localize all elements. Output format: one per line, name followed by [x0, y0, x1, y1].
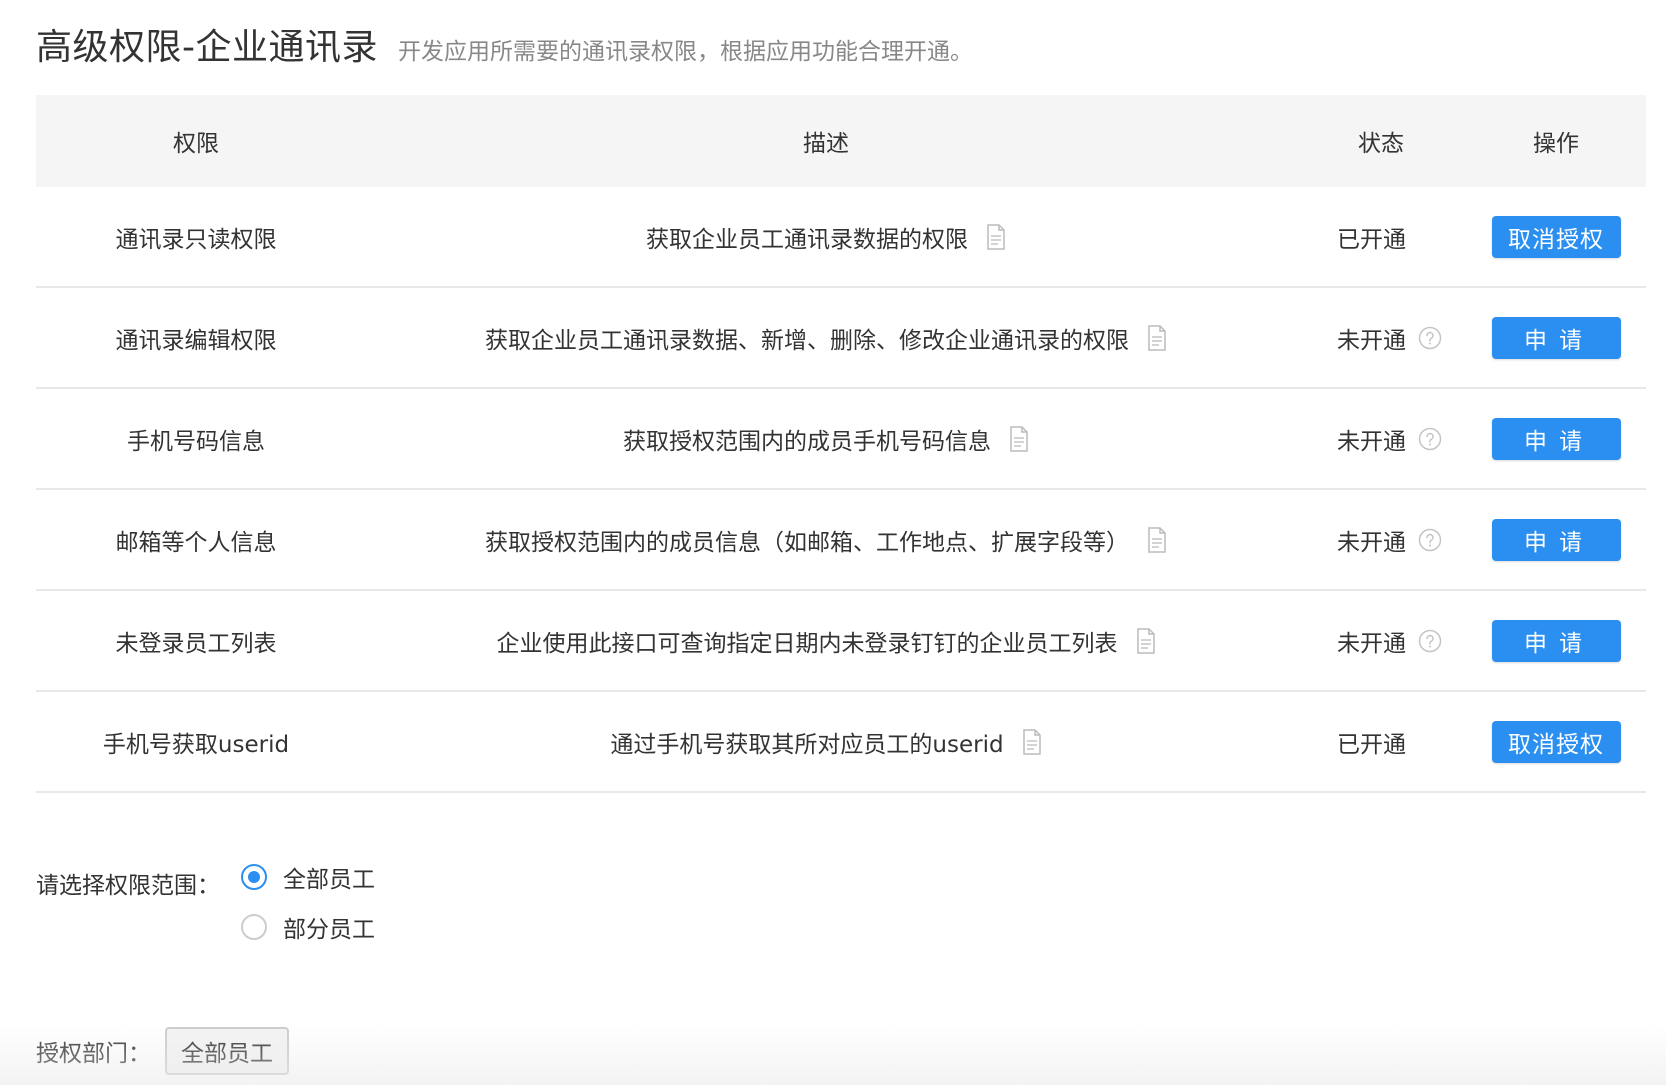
action-cell: 申请	[1466, 316, 1646, 359]
permission-status-cell: 已开通	[1296, 220, 1466, 254]
apply-button[interactable]: 申请	[1491, 316, 1621, 359]
status-text: 未开通	[1337, 327, 1406, 354]
question-circle-icon[interactable]	[1418, 427, 1442, 451]
permission-description: 企业使用此接口可查询指定日期内未登录钉钉的企业员工列表	[496, 630, 1118, 657]
question-circle-icon[interactable]	[1418, 528, 1442, 552]
document-icon[interactable]	[1136, 627, 1156, 654]
radio-checked-icon	[241, 864, 267, 890]
permission-description-cell: 获取授权范围内的成员信息（如邮箱、工作地点、扩展字段等）	[356, 523, 1296, 557]
radio-all-employees[interactable]: 全部员工	[241, 860, 375, 894]
permission-description-cell: 企业使用此接口可查询指定日期内未登录钉钉的企业员工列表	[356, 624, 1296, 658]
page-title: 高级权限-企业通讯录	[36, 27, 378, 68]
dept-tag[interactable]: 全部员工	[165, 1027, 289, 1075]
status-spacer	[1418, 225, 1442, 249]
permission-description: 获取企业员工通讯录数据、新增、删除、修改企业通讯录的权限	[485, 327, 1129, 354]
action-cell: 申请	[1466, 619, 1646, 662]
table-header: 权限 描述 状态 操作	[36, 95, 1646, 187]
action-cell: 申请	[1466, 417, 1646, 460]
permission-status-cell: 已开通	[1296, 725, 1466, 759]
document-icon[interactable]	[1009, 425, 1029, 452]
column-header-permission: 权限	[173, 131, 219, 157]
column-header-status: 状态	[1358, 131, 1404, 157]
permission-description: 获取授权范围内的成员信息（如邮箱、工作地点、扩展字段等）	[485, 529, 1129, 556]
dept-label: 授权部门：	[36, 1041, 151, 1067]
table-row: 通讯录编辑权限 获取企业员工通讯录数据、新增、删除、修改企业通讯录的权限 未开通 申请	[36, 288, 1646, 389]
permission-description: 获取企业员工通讯录数据的权限	[646, 226, 968, 253]
status-text: 未开通	[1337, 428, 1406, 455]
permission-status-cell: 未开通	[1296, 624, 1466, 658]
action-cell: 取消授权	[1466, 215, 1646, 258]
status-spacer	[1418, 730, 1442, 754]
permission-name: 手机号码信息	[127, 428, 265, 455]
column-header-action: 操作	[1533, 131, 1579, 157]
status-text: 已开通	[1337, 226, 1406, 253]
revoke-button[interactable]: 取消授权	[1491, 720, 1621, 763]
table-body: 通讯录只读权限 获取企业员工通讯录数据的权限 已开通 取消授权 通讯录编辑权限 获取企业员…	[36, 187, 1646, 793]
action-cell: 取消授权	[1466, 720, 1646, 763]
scope-label: 请选择权限范围：	[36, 873, 220, 899]
page-subtitle: 开发应用所需要的通讯录权限，根据应用功能合理开通。	[398, 39, 973, 65]
permission-name: 通讯录编辑权限	[115, 327, 277, 354]
radio-partial-employees[interactable]: 部分员工	[241, 910, 375, 944]
table-row: 手机号码信息 获取授权范围内的成员手机号码信息 未开通 申请	[36, 389, 1646, 490]
radio-unchecked-icon	[241, 914, 267, 940]
action-cell: 申请	[1466, 518, 1646, 561]
permission-description-cell: 获取授权范围内的成员手机号码信息	[356, 422, 1296, 456]
table-row: 通讯录只读权限 获取企业员工通讯录数据的权限 已开通 取消授权	[36, 187, 1646, 288]
page-header: 高级权限-企业通讯录 开发应用所需要的通讯录权限，根据应用功能合理开通。	[36, 18, 973, 70]
question-circle-icon[interactable]	[1418, 326, 1442, 350]
permission-description: 获取授权范围内的成员手机号码信息	[623, 428, 991, 455]
status-text: 已开通	[1337, 731, 1406, 758]
permission-name: 手机号获取userid	[102, 731, 290, 758]
revoke-button[interactable]: 取消授权	[1491, 215, 1621, 258]
status-text: 未开通	[1337, 529, 1406, 556]
document-icon[interactable]	[1147, 526, 1167, 553]
apply-button[interactable]: 申请	[1491, 518, 1621, 561]
permission-description-cell: 获取企业员工通讯录数据、新增、删除、修改企业通讯录的权限	[356, 321, 1296, 355]
document-icon[interactable]	[1022, 728, 1042, 755]
dept-section: 授权部门： 全部员工	[36, 1027, 289, 1075]
permission-status-cell: 未开通	[1296, 321, 1466, 355]
permissions-table: 权限 描述 状态 操作 通讯录只读权限 获取企业员工通讯录数据的权限 已开通 取消授权…	[36, 95, 1646, 793]
apply-button[interactable]: 申请	[1491, 417, 1621, 460]
permission-name: 通讯录只读权限	[115, 226, 277, 253]
permission-status-cell: 未开通	[1296, 422, 1466, 456]
permission-name: 未登录员工列表	[115, 630, 277, 657]
column-header-description: 描述	[803, 131, 849, 157]
document-icon[interactable]	[986, 223, 1006, 250]
apply-button[interactable]: 申请	[1491, 619, 1621, 662]
radio-label-all: 全部员工	[283, 867, 375, 893]
status-text: 未开通	[1337, 630, 1406, 657]
permission-name: 邮箱等个人信息	[115, 529, 277, 556]
table-row: 邮箱等个人信息 获取授权范围内的成员信息（如邮箱、工作地点、扩展字段等） 未开通 申请	[36, 490, 1646, 591]
permission-description: 通过手机号获取其所对应员工的userid	[610, 731, 1004, 758]
radio-label-partial: 部分员工	[283, 917, 375, 943]
permission-description-cell: 通过手机号获取其所对应员工的userid	[356, 725, 1296, 759]
document-icon[interactable]	[1147, 324, 1167, 351]
table-row: 手机号获取userid 通过手机号获取其所对应员工的userid 已开通 取消授权	[36, 692, 1646, 793]
question-circle-icon[interactable]	[1418, 629, 1442, 653]
permission-description-cell: 获取企业员工通讯录数据的权限	[356, 220, 1296, 254]
table-row: 未登录员工列表 企业使用此接口可查询指定日期内未登录钉钉的企业员工列表 未开通 申请	[36, 591, 1646, 692]
permission-status-cell: 未开通	[1296, 523, 1466, 557]
